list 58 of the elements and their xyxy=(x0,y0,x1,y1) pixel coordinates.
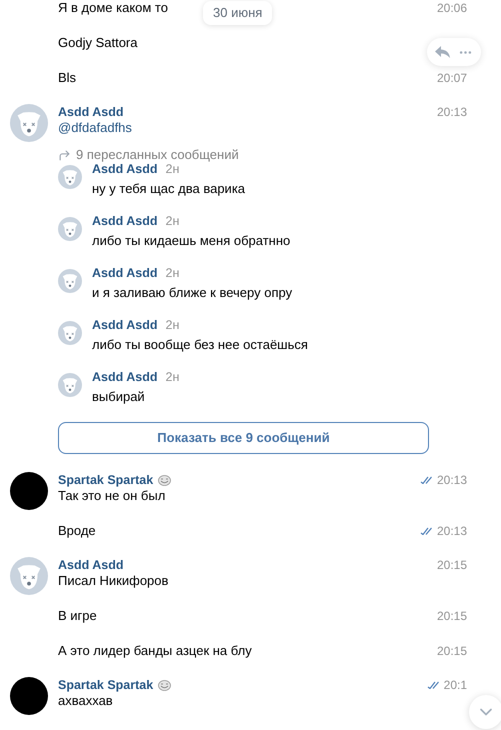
face-icon xyxy=(158,680,172,690)
sender-name[interactable]: Asdd Asdd xyxy=(92,369,158,385)
message-age: 2н xyxy=(166,213,180,229)
message-time: 20:1 xyxy=(444,677,467,693)
message-text: Писал Никифоров xyxy=(58,573,168,589)
message-time: 20:13 xyxy=(436,523,467,539)
dog-avatar xyxy=(58,373,82,397)
sender-name[interactable]: Spartak Spartak xyxy=(58,677,154,693)
sender-name[interactable]: Asdd Asdd xyxy=(92,213,158,229)
dog-avatar xyxy=(10,557,48,595)
message-text: Так это не он был xyxy=(58,488,166,504)
date-badge: 30 июня xyxy=(203,1,272,25)
message-text: Вроде xyxy=(58,523,96,539)
sender-name[interactable]: Asdd Asdd xyxy=(92,265,158,281)
message-text: ну у тебя щас два варика xyxy=(92,181,246,197)
mention-link[interactable]: @dfdafadfhs xyxy=(58,120,132,136)
message-time: 20:15 xyxy=(436,557,467,573)
sender-name[interactable]: Asdd Asdd xyxy=(58,104,124,120)
message-age: 2н xyxy=(166,162,180,177)
message-age: 2н xyxy=(166,317,180,333)
message-text: выбирай xyxy=(92,389,146,405)
message-text: либо ты кидаешь меня обратнно xyxy=(92,233,290,249)
message-text: ахваххав xyxy=(58,693,113,709)
message-time: 20:13 xyxy=(436,104,467,120)
message-time: 20:15 xyxy=(436,643,467,659)
message-text: А это лидер банды азцек на блу xyxy=(58,643,252,659)
message-age: 2н xyxy=(166,265,180,281)
message-time: 20:06 xyxy=(436,0,467,16)
avatar xyxy=(10,472,48,510)
message-text: В игре xyxy=(58,608,97,624)
double-check-icon xyxy=(420,527,434,535)
face-icon xyxy=(158,474,172,486)
dog-avatar xyxy=(58,321,82,345)
dog-avatar xyxy=(58,217,82,241)
message-text: и я заливаю ближе к вечеру опру xyxy=(92,285,292,301)
scroll-down-button[interactable] xyxy=(469,695,501,729)
message-time: 20:15 xyxy=(436,608,467,624)
sender-name[interactable]: Asdd Asdd xyxy=(92,161,158,177)
message-time: 20:13 xyxy=(436,472,467,488)
double-check-icon xyxy=(426,681,441,689)
sender-name[interactable]: Spartak Spartak xyxy=(58,472,154,488)
message-text: Bls xyxy=(58,70,76,86)
show-all-button[interactable]: Показать все 9 сообщений xyxy=(58,422,429,454)
forwarded-label: 9 пересланных сообщений xyxy=(76,147,239,163)
dog-avatar xyxy=(58,269,82,293)
dog-avatar xyxy=(10,104,48,142)
sender-name[interactable]: Asdd Asdd xyxy=(92,317,158,333)
message-text: либо ты вообще без нее остаёшься xyxy=(92,337,308,353)
message-text: Я в доме каком то xyxy=(58,0,168,16)
avatar xyxy=(10,677,48,715)
dog-avatar xyxy=(58,165,82,189)
message-age: 2н xyxy=(166,369,180,385)
message-time: 20:07 xyxy=(436,70,467,86)
forward-icon xyxy=(58,148,71,162)
sender-name[interactable]: Asdd Asdd xyxy=(58,557,124,573)
message-text: Godjy Sattora xyxy=(58,35,138,51)
double-check-icon xyxy=(420,476,434,484)
reply-icon[interactable] xyxy=(435,46,450,58)
